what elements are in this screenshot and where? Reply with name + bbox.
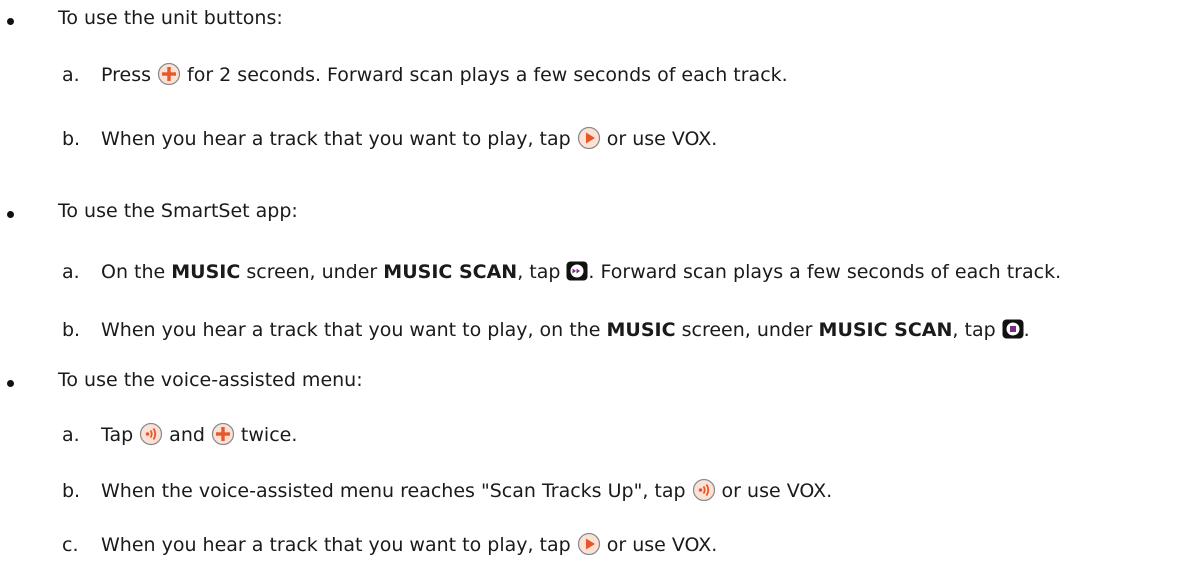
bullet-text: To use the unit buttons: — [58, 7, 283, 29]
stop-icon — [1002, 319, 1024, 339]
plus-button-icon — [157, 62, 181, 86]
step-text: or use VOX. — [606, 128, 718, 150]
step-item: c. When you hear a track that you want t… — [62, 530, 717, 560]
step-bold-text: MUSIC SCAN — [818, 319, 953, 341]
step-letter: a. — [62, 424, 80, 446]
step-bold-text: MUSIC SCAN — [383, 261, 518, 283]
forward-scan-icon — [566, 261, 588, 281]
step-text: Tap — [101, 424, 134, 446]
bullet-text: To use the SmartSet app: — [58, 200, 298, 222]
step-letter: b. — [62, 319, 81, 341]
step-letter: a. — [62, 64, 80, 86]
step-item: b. When you hear a track that you want t… — [62, 124, 717, 154]
step-text: and — [169, 424, 205, 446]
step-text: When you hear a track that you want to p… — [101, 319, 601, 341]
step-text: When the voice-assisted menu reaches "Sc… — [101, 480, 686, 502]
step-text: or use VOX. — [721, 480, 833, 502]
step-text: , tap — [952, 319, 996, 341]
step-item: a. Tap and twice. — [62, 420, 297, 450]
step-text: , tap — [517, 261, 561, 283]
step-text: When you hear a track that you want to p… — [101, 534, 571, 556]
plus-button-icon — [211, 422, 235, 446]
step-text: twice. — [240, 424, 298, 446]
step-letter: a. — [62, 261, 80, 283]
voice-button-icon — [139, 422, 163, 446]
step-text: When you hear a track that you want to p… — [101, 128, 571, 150]
voice-button-icon — [692, 478, 716, 502]
bullet — [7, 18, 14, 25]
bullet — [7, 211, 14, 218]
step-text: or use VOX. — [606, 534, 718, 556]
bullet-text: To use the voice-assisted menu: — [58, 369, 363, 391]
step-item: a. On the MUSIC screen, under MUSIC SCAN… — [62, 257, 1061, 287]
step-item: b. When the voice-assisted menu reaches … — [62, 476, 832, 506]
step-text: . Forward scan plays a few seconds of ea… — [588, 261, 1062, 283]
step-letter: b. — [62, 480, 81, 502]
step-letter: c. — [62, 534, 79, 556]
play-button-icon — [577, 532, 601, 556]
play-button-icon — [577, 126, 601, 150]
step-item: a. Press for 2 seconds. Forward scan pla… — [62, 60, 788, 90]
step-text: . — [1023, 319, 1030, 341]
step-item: b. When you hear a track that you want t… — [62, 315, 1030, 345]
step-text: On the — [101, 261, 166, 283]
step-bold-text: MUSIC — [606, 319, 676, 341]
step-bold-text: MUSIC — [171, 261, 241, 283]
step-text: for 2 seconds. Forward scan plays a few … — [187, 64, 788, 86]
step-text: screen, under — [246, 261, 378, 283]
bullet — [7, 380, 14, 387]
step-letter: b. — [62, 128, 81, 150]
step-text: Press — [101, 64, 152, 86]
step-text: screen, under — [681, 319, 813, 341]
